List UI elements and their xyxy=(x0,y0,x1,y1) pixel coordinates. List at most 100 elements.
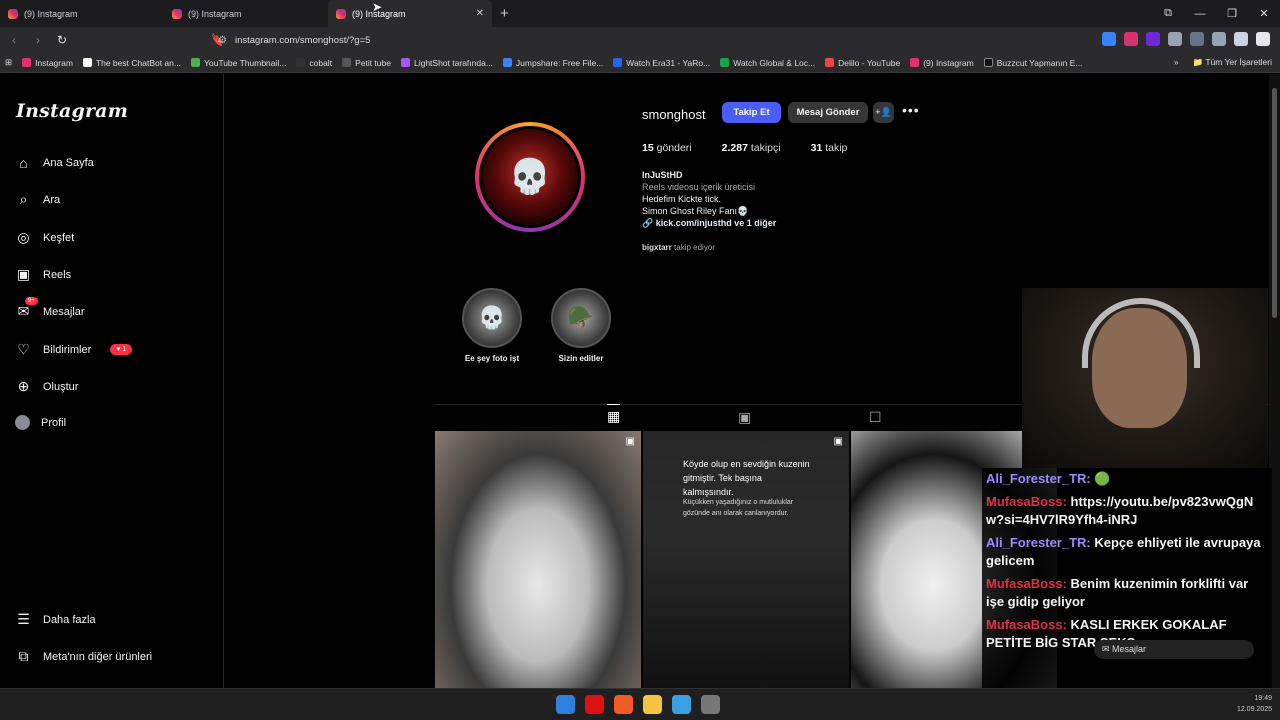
browser-tab-3[interactable]: (9) Instagram ✕ xyxy=(328,0,492,27)
chat-message: Ali_Forester_TR: 🟢 xyxy=(986,471,1111,486)
tagged-icon: ☐ xyxy=(869,409,882,425)
grid-icon: ▦ xyxy=(607,408,621,424)
sidebar-item-notifications[interactable]: ♡ Bildirimler ♥ 1 xyxy=(15,341,133,358)
extension-icon[interactable] xyxy=(1102,32,1116,46)
profile-username: smonghost xyxy=(642,107,706,122)
bookmark-item[interactable]: Buzzcut Yapmanın E... xyxy=(979,58,1088,68)
heart-icon: ♡ xyxy=(17,341,30,357)
site-info-icon[interactable]: ⚙ xyxy=(218,35,227,46)
opera-icon[interactable] xyxy=(585,695,604,714)
forward-icon[interactable]: › xyxy=(28,33,48,47)
reel-badge-icon: ▣ xyxy=(625,436,635,447)
send-message-button[interactable]: Mesaj Gönder xyxy=(788,102,868,123)
start-icon[interactable] xyxy=(556,695,575,714)
profile-category: Reels videosu içerik üreticisi xyxy=(642,182,756,192)
instagram-logo[interactable]: Instagram xyxy=(16,100,128,122)
hamburger-icon: ☰ xyxy=(17,611,30,627)
follow-button[interactable]: Takip Et xyxy=(722,102,781,123)
avatar-icon xyxy=(15,415,30,430)
sidebar-item-more[interactable]: ☰ Daha fazla xyxy=(15,611,95,628)
app-icon[interactable] xyxy=(672,695,691,714)
sidebar-item-meta[interactable]: ⧉ Meta'nın diğer ürünleri xyxy=(15,648,153,665)
tab-posts[interactable]: ▦ xyxy=(607,404,621,425)
instagram-favicon-icon xyxy=(172,8,182,19)
bio-line: Simon Ghost Riley Fanı💀 xyxy=(642,206,749,216)
webcam-overlay xyxy=(1022,288,1268,468)
bookmark-item[interactable]: cobalt xyxy=(291,58,337,68)
extensions-icon[interactable]: ⧉ xyxy=(1152,7,1184,20)
bookmark-item[interactable]: LightShot tarafında... xyxy=(396,58,498,68)
browser-tab-bar: (9) Instagram (9) Instagram (9) Instagra… xyxy=(0,0,1280,27)
sidebar-item-home[interactable]: ⌂ Ana Sayfa xyxy=(15,154,94,171)
followed-by[interactable]: bigxtarr takip ediyor xyxy=(642,243,715,252)
followers-stat[interactable]: 2.287 takipçi xyxy=(722,142,781,154)
post-thumbnail[interactable]: ▣ Köyde olup en sevdiğin kuzenin gitmişt… xyxy=(643,431,849,688)
bookmark-item[interactable]: Jumpshare: Free File... xyxy=(498,58,608,68)
extension-icon[interactable] xyxy=(1190,32,1204,46)
highlight-item[interactable]: 🪖 Sizin editler xyxy=(541,288,621,363)
highlight-item[interactable]: 💀 Ee şey foto işt xyxy=(452,288,532,363)
search-icon: ⌕ xyxy=(19,191,28,207)
bookmark-item[interactable]: (9) Instagram xyxy=(905,58,979,68)
profile-avatar-ring[interactable]: 💀 xyxy=(475,122,585,232)
bookmark-item[interactable]: Instagram xyxy=(17,58,78,68)
bookmark-item[interactable]: Delilo - YouTube xyxy=(820,58,905,68)
post-caption-overlay: Köyde olup en sevdiğin kuzenin gitmiştir… xyxy=(683,459,810,497)
folder-icon[interactable] xyxy=(643,695,662,714)
highlight-label: Sizin editler xyxy=(558,354,604,363)
messages-badge: 9+ xyxy=(25,297,38,305)
display-name: InJuStHD xyxy=(642,170,683,180)
suggest-user-icon[interactable]: +👤 xyxy=(873,102,894,123)
browser-tab-1[interactable]: (9) Instagram xyxy=(0,0,164,27)
bookmark-item[interactable]: Watch Era31 - YaRo... xyxy=(608,58,715,68)
restore-icon[interactable]: ❐ xyxy=(1216,7,1248,20)
obs-icon[interactable] xyxy=(701,695,720,714)
url-field[interactable]: ⚙ instagram.com/smonghost/?g=5 xyxy=(218,30,858,50)
post-grid: ▣ ▣ Köyde olup en sevdiğin kuzenin gitmi… xyxy=(435,431,1057,688)
minimize-icon[interactable]: — xyxy=(1184,8,1216,20)
brave-icon[interactable] xyxy=(614,695,633,714)
messenger-icon: ✉ 9+ xyxy=(15,297,38,320)
clock-date: 12.09.2025 xyxy=(1236,706,1272,713)
new-tab-icon[interactable]: + xyxy=(500,5,509,22)
sidebar-item-explore[interactable]: ◎ Keşfet xyxy=(15,229,74,246)
bookmark-item[interactable]: The best ChatBot an... xyxy=(78,58,186,68)
reload-icon[interactable]: ↻ xyxy=(52,33,72,47)
all-bookmarks-folder[interactable]: 📁 Tüm Yer İşaretleri xyxy=(1193,57,1272,68)
more-bookmarks-icon[interactable]: » xyxy=(1174,57,1179,68)
sidebar-item-messages[interactable]: ✉ 9+ Mesajlar xyxy=(15,297,85,320)
sidebar-item-search[interactable]: ⌕ Ara xyxy=(15,191,61,208)
menu-icon[interactable] xyxy=(1256,32,1270,46)
close-window-icon[interactable]: ✕ xyxy=(1248,7,1280,20)
close-tab-icon[interactable]: ✕ xyxy=(476,8,484,19)
highlight-label: Ee şey foto işt xyxy=(464,354,520,363)
extension-icon[interactable] xyxy=(1146,32,1160,46)
posts-stat: 15 gönderi xyxy=(642,142,692,154)
system-tray[interactable]: 19:49 12.09.2025 xyxy=(1237,693,1272,715)
tab-tagged[interactable]: ☐ xyxy=(869,409,882,426)
tab-title: (9) Instagram xyxy=(188,8,242,19)
bio-line: Hedefim Kickte tick. xyxy=(642,194,722,204)
browser-tab-2[interactable]: (9) Instagram xyxy=(164,0,328,27)
sidebar-item-create[interactable]: ⊕ Oluştur xyxy=(15,378,79,395)
bookmark-item[interactable]: Petit tube xyxy=(337,58,396,68)
bookmark-item[interactable]: YouTube Thumbnail... xyxy=(186,58,291,68)
apps-icon[interactable]: ⊞ xyxy=(0,57,17,68)
more-options-icon[interactable]: ••• xyxy=(902,102,920,118)
bookmark-item[interactable]: Watch Global & Loc... xyxy=(715,58,820,68)
sidebar-item-reels[interactable]: ▣ Reels xyxy=(15,266,71,283)
extension-icon[interactable] xyxy=(1124,32,1138,46)
post-thumbnail[interactable]: ▣ xyxy=(435,431,641,688)
back-icon[interactable]: ‹ xyxy=(4,33,24,47)
messages-dock[interactable]: ✉ Mesajlar xyxy=(1094,640,1254,659)
extension-icon[interactable] xyxy=(1212,32,1226,46)
sidebar-item-profile[interactable]: Profil xyxy=(15,415,66,430)
profile-bio: InJuStHD Reels videosu içerik üreticisi … xyxy=(642,169,776,229)
scrollbar-thumb[interactable] xyxy=(1272,88,1277,318)
profile-link[interactable]: 🔗 kick.com/injusthd ve 1 diğer xyxy=(642,217,776,229)
tab-reels[interactable]: ▣ xyxy=(738,409,751,426)
extension-icon[interactable] xyxy=(1168,32,1182,46)
music-icon[interactable] xyxy=(1234,32,1248,46)
following-stat[interactable]: 31 takip xyxy=(811,142,848,154)
headset-icon xyxy=(1082,298,1200,368)
